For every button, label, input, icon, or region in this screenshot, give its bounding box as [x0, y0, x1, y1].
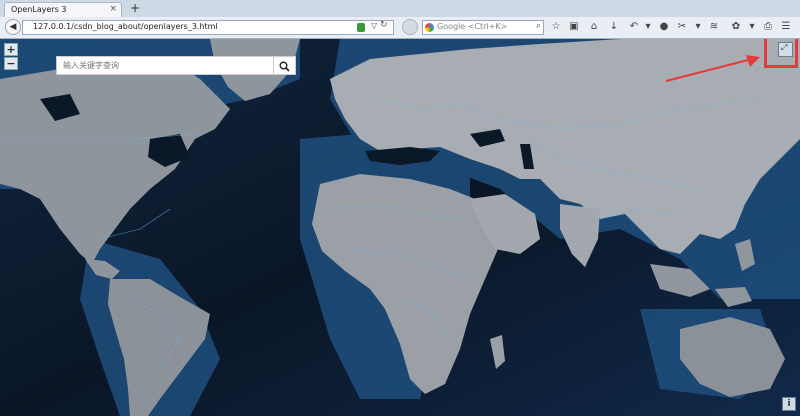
map-viewport[interactable]: + − ⤢ i: [0, 39, 800, 416]
fullscreen-icon: ⤢: [781, 43, 788, 52]
map-search: [56, 56, 296, 75]
search-icon[interactable]: ⌕: [536, 21, 541, 31]
print-icon[interactable]: ⎙: [760, 19, 776, 35]
dropdown-icon[interactable]: ▾: [744, 19, 760, 35]
attribution-info-button[interactable]: i: [782, 397, 796, 411]
fullscreen-button[interactable]: ⤢: [778, 42, 793, 57]
shield-icon[interactable]: [357, 23, 365, 32]
tab-bar: OpenLayers 3 × +: [0, 0, 800, 18]
chat-icon[interactable]: ●: [656, 19, 672, 35]
dropdown-arrow-icon[interactable]: ▽: [371, 21, 377, 30]
browser-tab[interactable]: OpenLayers 3 ×: [4, 2, 122, 17]
url-text: 127.0.0.1/csdn_blog_about/openlayers_3.h…: [33, 22, 218, 31]
menu-icon[interactable]: ☰: [778, 19, 794, 35]
profile-icon[interactable]: [402, 19, 418, 35]
map-search-button[interactable]: [274, 56, 296, 75]
screenshot-icon[interactable]: ✂: [674, 19, 690, 35]
search-icon: [279, 61, 290, 72]
tab-title: OpenLayers 3: [11, 5, 67, 14]
download-icon[interactable]: ↓: [606, 19, 622, 35]
google-icon: [425, 23, 434, 32]
reload-icon[interactable]: ↻: [380, 20, 388, 30]
map-search-input[interactable]: [56, 56, 274, 75]
annotation-arrow: [665, 55, 760, 82]
zoom-out-button[interactable]: −: [4, 57, 18, 70]
url-bar[interactable]: 127.0.0.1/csdn_blog_about/openlayers_3.h…: [22, 20, 394, 35]
world-map: [0, 39, 800, 416]
bookmark-star-icon[interactable]: ☆: [548, 19, 564, 35]
feed-icon[interactable]: ≋: [706, 19, 722, 35]
nav-bar: ◀ 127.0.0.1/csdn_blog_about/openlayers_3…: [0, 17, 800, 39]
back-button[interactable]: ◀: [5, 19, 21, 35]
close-tab-icon[interactable]: ×: [109, 4, 117, 14]
dropdown-icon[interactable]: ▾: [640, 19, 656, 35]
zoom-in-button[interactable]: +: [4, 43, 18, 56]
web-search-bar[interactable]: Google <Ctrl+K> ⌕: [422, 20, 544, 35]
addon-icon[interactable]: ✿: [728, 19, 744, 35]
web-search-placeholder: Google <Ctrl+K>: [437, 22, 508, 31]
home-icon[interactable]: ⌂: [586, 19, 602, 35]
bookmarks-menu-icon[interactable]: ▣: [566, 19, 582, 35]
new-tab-button[interactable]: +: [128, 1, 142, 15]
dropdown-icon[interactable]: ▾: [690, 19, 706, 35]
